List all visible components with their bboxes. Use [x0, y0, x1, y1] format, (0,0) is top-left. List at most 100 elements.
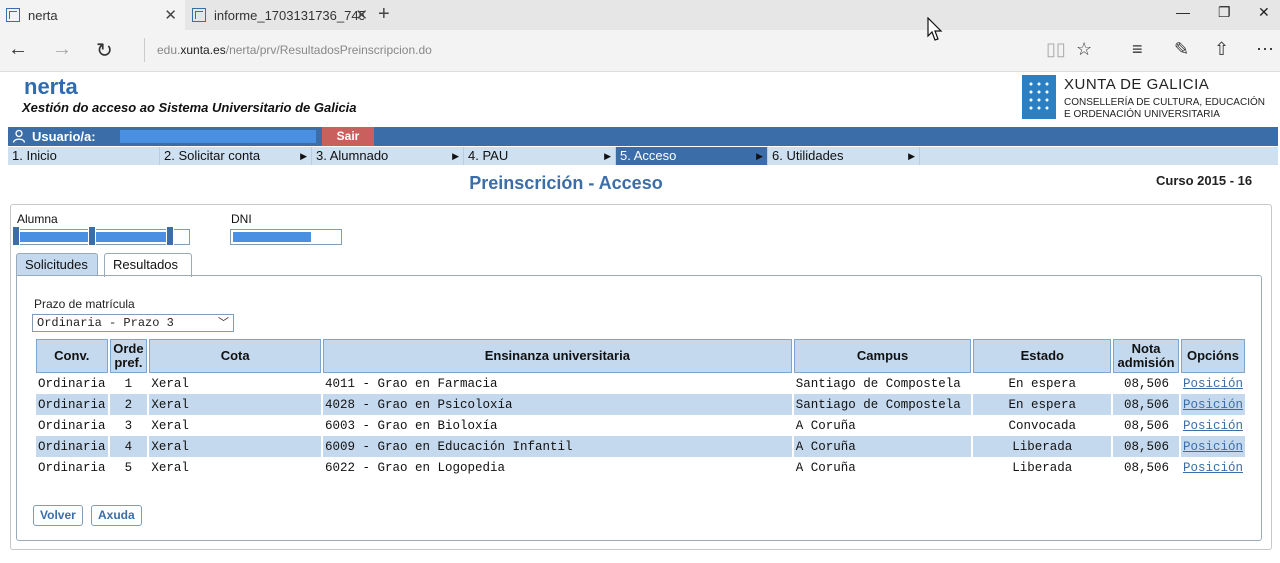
cell-orde: 1 [124, 376, 133, 391]
submenu-arrow-icon: ▶ [908, 151, 915, 161]
page-favicon-icon [6, 8, 20, 22]
more-icon[interactable]: ⋯ [1256, 39, 1274, 60]
close-window-icon[interactable]: ✕ [1258, 4, 1270, 21]
cell-conv: Ordinaria [36, 436, 108, 457]
reading-view-icon[interactable]: ▯▯ [1046, 39, 1066, 60]
cell-conv: Ordinaria [38, 418, 106, 433]
col-header-conv: Conv. [36, 339, 108, 373]
cell-orde: 4 [109, 436, 148, 457]
app-brand: nerta [24, 74, 78, 99]
close-tab-icon[interactable]: ✕ [355, 6, 368, 24]
cell-campus: Santiago de Compostela [793, 394, 972, 415]
menu-item-solicitar-conta[interactable]: 2. Solicitar conta ▶ [160, 147, 312, 165]
resize-handle-icon [166, 226, 174, 246]
table-row: Ordinaria 5 Xeral 6022 - Grao en Logopedia A… [36, 457, 1245, 478]
menu-item-alumnado[interactable]: 3. Alumnado ▶ [312, 147, 464, 165]
dni-field-redacted [230, 229, 342, 245]
cell-estado: En espera [1008, 376, 1077, 391]
cell-cota: Xeral [149, 436, 321, 457]
volver-button[interactable]: Volver [33, 505, 83, 526]
cell-estado: Liberada [973, 436, 1112, 457]
prazo-select[interactable]: Ordinaria - Prazo 3 ﹀ [32, 314, 234, 332]
alumna-field-redacted [14, 229, 190, 245]
cell-cota: Xeral [151, 418, 189, 433]
cell-opcion: Posición [1180, 436, 1245, 457]
org-subtitle: CONSELLERÍA DE CULTURA, EDUCACIÓN E ORDE… [1064, 97, 1265, 121]
cell-conv: Ordinaria [38, 376, 106, 391]
posicion-link[interactable]: Posición [1183, 440, 1243, 454]
cell-opcion: Posición [1181, 415, 1245, 436]
posicion-link[interactable]: Posición [1183, 461, 1243, 475]
refresh-icon[interactable]: ↻ [96, 38, 113, 63]
col-header-nota-line1: Nota [1131, 341, 1161, 356]
menu-item-acceso[interactable]: 5. Acceso ▶ [616, 147, 768, 165]
browser-toolbar: ← → ↻ edu.xunta.es/nerta/prv/ResultadosP… [0, 30, 1280, 72]
menu-item-utilidades[interactable]: 6. Utilidades ▶ [768, 147, 920, 165]
cell-conv: Ordinaria [38, 460, 106, 475]
menu-item-label: 4. PAU [468, 148, 509, 163]
submenu-arrow-icon: ▶ [604, 151, 611, 161]
menu-item-label: 3. Alumnado [316, 148, 389, 163]
col-header-campus: Campus [793, 339, 972, 373]
cell-campus: A Coruña [795, 460, 856, 475]
cell-campus: A Coruña [793, 436, 972, 457]
cell-opcion: Posición [1181, 373, 1245, 394]
menu-item-label: 2. Solicitar conta [164, 148, 261, 163]
col-header-nota-line2: admisión [1117, 355, 1175, 370]
posicion-link[interactable]: Posición [1183, 398, 1243, 412]
favorite-star-icon[interactable]: ☆ [1076, 39, 1092, 60]
posicion-link[interactable]: Posición [1183, 419, 1243, 433]
minimize-icon[interactable]: — [1176, 4, 1190, 20]
new-tab-icon[interactable]: + [378, 3, 390, 26]
org-subtitle-line1: CONSELLERÍA DE CULTURA, EDUCACIÓN [1064, 97, 1265, 108]
tab-solicitudes[interactable]: Solicitudes [16, 253, 98, 276]
main-menu: 1. Inicio 2. Solicitar conta ▶ 3. Alumna… [8, 147, 1278, 165]
cell-orde: 5 [124, 460, 133, 475]
cell-ensinanza: 6003 - Grao en Bioloxía [324, 418, 498, 433]
share-icon[interactable]: ⇧ [1214, 39, 1229, 60]
page-favicon-icon [192, 8, 206, 22]
cell-nota: 08,506 [1123, 418, 1169, 433]
cell-nota: 08,506 [1113, 394, 1179, 415]
browser-tab-nerta[interactable]: nerta ✕ [0, 0, 185, 30]
maximize-icon[interactable]: ❐ [1218, 4, 1231, 21]
cell-cota: Xeral [151, 376, 189, 391]
app-subtitle: Xestión do acceso ao Sistema Universitar… [22, 100, 357, 115]
user-label: Usuario/a: [32, 129, 96, 144]
submenu-arrow-icon: ▶ [300, 151, 307, 161]
user-bar: Usuario/a: Sair [8, 127, 1278, 146]
cell-estado: En espera [973, 394, 1112, 415]
cell-cota: Xeral [151, 460, 189, 475]
tab-title: informe_1703131736_7455 [214, 7, 364, 23]
submenu-arrow-icon: ▶ [756, 151, 763, 161]
cell-opcion: Posición [1181, 457, 1245, 478]
hub-icon[interactable]: ≡ [1132, 39, 1143, 60]
menu-item-label: 6. Utilidades [772, 148, 844, 163]
xunta-logo [1022, 75, 1056, 119]
address-bar[interactable]: edu.xunta.es/nerta/prv/ResultadosPreinsc… [144, 38, 1024, 62]
browser-tab-informe[interactable]: informe_1703131736_7455 ✕ [186, 0, 376, 30]
back-icon[interactable]: ← [8, 38, 28, 61]
url-path: /nerta/prv/ResultadosPreinscripcion.do [225, 43, 432, 57]
forward-icon[interactable]: → [52, 38, 72, 61]
tab-resultados[interactable]: Resultados [104, 253, 192, 277]
page-title: Preinscrición - Acceso [469, 173, 663, 193]
axuda-button[interactable]: Axuda [91, 505, 142, 526]
alumna-label: Alumna [17, 212, 58, 226]
cell-orde: 2 [109, 394, 148, 415]
table-row: Ordinaria 1 Xeral 4011 - Grao en Farmacia Sa… [36, 373, 1245, 394]
close-tab-icon[interactable]: ✕ [164, 6, 177, 24]
posicion-link[interactable]: Posición [1183, 377, 1243, 391]
col-header-orde-line2: pref. [114, 355, 143, 370]
logout-button[interactable]: Sair [322, 127, 374, 146]
col-header-orde-line1: Orde [113, 341, 144, 356]
web-note-icon[interactable]: ✎ [1174, 39, 1189, 60]
chevron-down-icon: ﹀ [218, 317, 229, 329]
menu-item-inicio[interactable]: 1. Inicio [8, 147, 160, 165]
cell-nota: 08,506 [1123, 376, 1169, 391]
user-icon [12, 129, 26, 143]
cell-orde: 3 [124, 418, 133, 433]
url-domain: xunta.es [180, 43, 226, 57]
table-row: Ordinaria 4 Xeral 6009 - Grao en Educación … [36, 436, 1245, 457]
menu-item-pau[interactable]: 4. PAU ▶ [464, 147, 616, 165]
